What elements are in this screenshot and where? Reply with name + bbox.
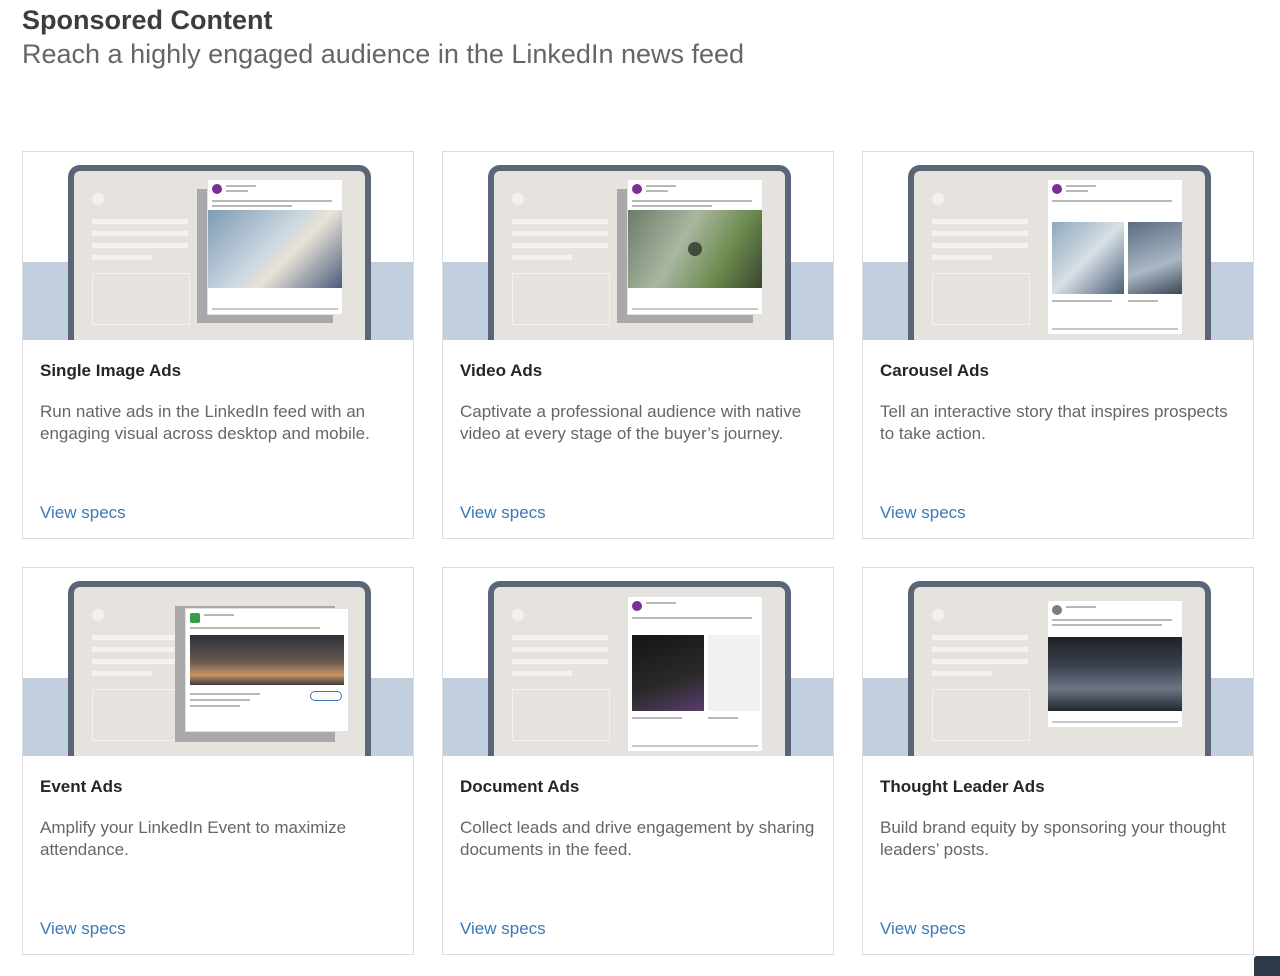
video-ad-illustration [443, 152, 833, 340]
card-title: Thought Leader Ads [880, 777, 1045, 796]
card-title: Single Image Ads [40, 361, 182, 380]
ad-format-grid: Single Image Ads Run native ads in the L… [22, 151, 1256, 958]
card-title: Video Ads [460, 361, 543, 380]
card-title: Document Ads [460, 777, 580, 796]
play-icon[interactable] [688, 242, 702, 256]
document-ad-illustration [443, 568, 833, 756]
card-description: Run native ads in the LinkedIn feed with… [40, 402, 370, 443]
event-ad-illustration [23, 568, 413, 756]
card-title: Event Ads [40, 777, 123, 796]
view-specs-link[interactable]: View specs [40, 918, 126, 940]
view-specs-link[interactable]: View specs [880, 918, 966, 940]
view-specs-link[interactable]: View specs [460, 918, 546, 940]
card-video-ads: Video Ads Captivate a professional audie… [442, 151, 834, 539]
chat-widget-button[interactable] [1254, 956, 1280, 976]
card-description: Amplify your LinkedIn Event to maximize … [40, 818, 347, 859]
card-description: Build brand equity by sponsoring your th… [880, 818, 1226, 859]
carousel-ad-illustration [863, 152, 1253, 340]
view-specs-link[interactable]: View specs [880, 502, 966, 524]
card-single-image-ads: Single Image Ads Run native ads in the L… [22, 151, 414, 539]
card-description: Collect leads and drive engagement by sh… [460, 818, 815, 859]
view-specs-link[interactable]: View specs [460, 502, 546, 524]
view-specs-link[interactable]: View specs [40, 502, 126, 524]
page-subtitle: Reach a highly engaged audience in the L… [22, 39, 745, 69]
page-title: Sponsored Content [22, 5, 273, 35]
card-event-ads: Event Ads Amplify your LinkedIn Event to… [22, 567, 414, 955]
card-description: Captivate a professional audience with n… [460, 402, 802, 443]
card-thought-leader-ads: Thought Leader Ads Build brand equity by… [862, 567, 1254, 955]
thought-leader-ad-illustration [863, 568, 1253, 756]
card-description: Tell an interactive story that inspires … [880, 402, 1228, 443]
card-carousel-ads: Carousel Ads Tell an interactive story t… [862, 151, 1254, 539]
single-image-ad-illustration [23, 152, 413, 340]
card-document-ads: Document Ads Collect leads and drive eng… [442, 567, 834, 955]
card-title: Carousel Ads [880, 361, 989, 380]
